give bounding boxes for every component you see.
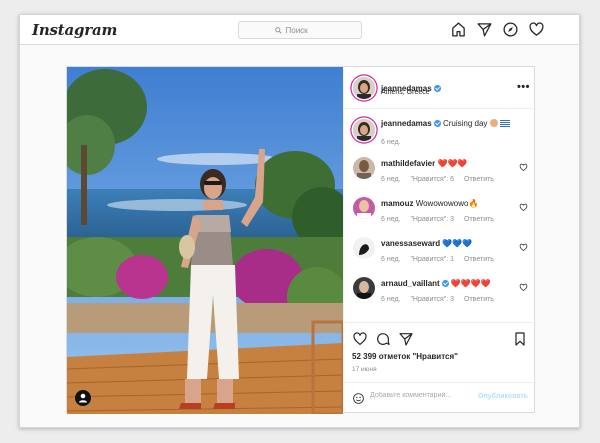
home-icon[interactable] (450, 21, 467, 38)
comment-input[interactable] (370, 392, 470, 399)
like-comment-heart-icon[interactable] (519, 163, 528, 172)
comments-list: jeannedamas Cruising day 6 нед. mathilde… (344, 109, 536, 317)
comment-item: mamouz Wowowowowo🔥 6 нед. "Нравится": 3 … (344, 197, 536, 237)
comment-text: ❤️❤️❤️ (437, 159, 468, 168)
comment-username[interactable]: mathildefavier (381, 159, 435, 168)
comment-username[interactable]: mamouz (381, 199, 413, 208)
emoji-smiley-icon[interactable] (352, 392, 365, 405)
comment-time[interactable]: 6 нед. (381, 176, 400, 183)
comment-text: ❤️❤️❤️❤️ (450, 279, 491, 288)
tagged-users-button[interactable] (75, 390, 91, 406)
commenter-avatar[interactable] (353, 237, 375, 259)
search-icon (274, 26, 282, 34)
browser-window: Instagram Поиск jeannedamas Athens, Gree… (19, 14, 580, 428)
reply-button[interactable]: Ответить (464, 216, 494, 223)
comment-bubble-icon[interactable] (375, 331, 391, 347)
like-heart-icon[interactable] (352, 331, 368, 347)
more-options-button[interactable]: ••• (517, 81, 530, 93)
caption: jeannedamas Cruising day 6 нед. (344, 117, 536, 157)
verified-badge-icon (441, 280, 449, 287)
comment-time[interactable]: 6 нед. (381, 216, 400, 223)
comment-likes[interactable]: "Нравится": 3 (410, 216, 454, 223)
reply-button[interactable]: Ответить (464, 296, 494, 303)
comment-meta: 6 нед. "Нравится": 3 Ответить (381, 296, 502, 303)
comment-likes[interactable]: "Нравится": 6 (410, 176, 454, 183)
greece-flag-icon (499, 120, 510, 127)
explore-compass-icon[interactable] (502, 21, 519, 38)
post-header: jeannedamas Athens, Greece ••• (344, 67, 536, 109)
person-icon (79, 393, 87, 403)
caption-text: Cruising day (442, 119, 488, 128)
caption-time[interactable]: 6 нед. (381, 139, 400, 146)
publish-button[interactable]: Опубликовать (478, 393, 528, 400)
share-send-icon[interactable] (398, 331, 414, 347)
activity-heart-icon[interactable] (528, 21, 545, 38)
comment-meta: 6 нед. "Нравится": 6 Ответить (381, 176, 502, 183)
post-sidebar: jeannedamas Athens, Greece ••• jeannedam… (343, 67, 536, 414)
commenter-avatar[interactable] (353, 277, 375, 299)
instagram-logo[interactable]: Instagram (32, 21, 117, 39)
caption-username[interactable]: jeannedamas (381, 119, 432, 128)
comment-time[interactable]: 6 нед. (381, 296, 400, 303)
nav-icons (450, 21, 545, 38)
like-comment-heart-icon[interactable] (519, 243, 528, 252)
caption-meta: 6 нед. (381, 139, 408, 146)
comment-likes[interactable]: "Нравится": 1 (410, 256, 454, 263)
comment-meta: 6 нед. "Нравится": 1 Ответить (381, 256, 502, 263)
search-box[interactable] (238, 21, 362, 39)
search-input[interactable] (285, 25, 326, 35)
comment-meta: 6 нед. "Нравится": 3 Ответить (381, 216, 502, 223)
like-comment-heart-icon[interactable] (519, 283, 528, 292)
comment-text: 💙💙💙 (442, 239, 473, 248)
comment-time[interactable]: 6 нед. (381, 256, 400, 263)
reply-button[interactable]: Ответить (464, 176, 494, 183)
commenter-avatar[interactable] (353, 157, 375, 179)
comment-username[interactable]: arnaud_vaillant (381, 279, 440, 288)
comment-item: arnaud_vaillant ❤️❤️❤️❤️ 6 нед. "Нравитс… (344, 277, 536, 317)
add-comment-bar: Опубликовать (344, 382, 536, 414)
likes-count[interactable]: 52 399 отметок "Нравится" (352, 352, 458, 361)
save-bookmark-icon[interactable] (512, 331, 528, 347)
comment-likes[interactable]: "Нравится": 3 (410, 296, 454, 303)
top-navigation-bar: Instagram (20, 15, 579, 45)
caption-avatar[interactable] (353, 119, 375, 141)
post-card: jeannedamas Athens, Greece ••• jeannedam… (66, 66, 536, 414)
post-date[interactable]: 17 июня (352, 366, 377, 373)
comment-item: vanessaseward 💙💙💙 6 нед. "Нравится": 1 О… (344, 237, 536, 277)
like-comment-heart-icon[interactable] (519, 203, 528, 212)
post-photo[interactable] (67, 67, 343, 414)
author-avatar[interactable] (353, 77, 375, 99)
comment-item: mathildefavier ❤️❤️❤️ 6 нед. "Нравится":… (344, 157, 536, 197)
verified-badge-icon (433, 120, 441, 127)
verified-badge-icon (433, 85, 441, 92)
commenter-avatar[interactable] (353, 197, 375, 219)
comment-username[interactable]: vanessaseward (381, 239, 440, 248)
comment-text: Wowowowowo🔥 (415, 199, 479, 208)
post-actions: 52 399 отметок "Нравится" 17 июня (344, 322, 536, 382)
post-location[interactable]: Athens, Greece (381, 89, 430, 96)
direct-send-icon[interactable] (476, 21, 493, 38)
reply-button[interactable]: Ответить (464, 256, 494, 263)
face-emoji-icon (489, 119, 498, 127)
